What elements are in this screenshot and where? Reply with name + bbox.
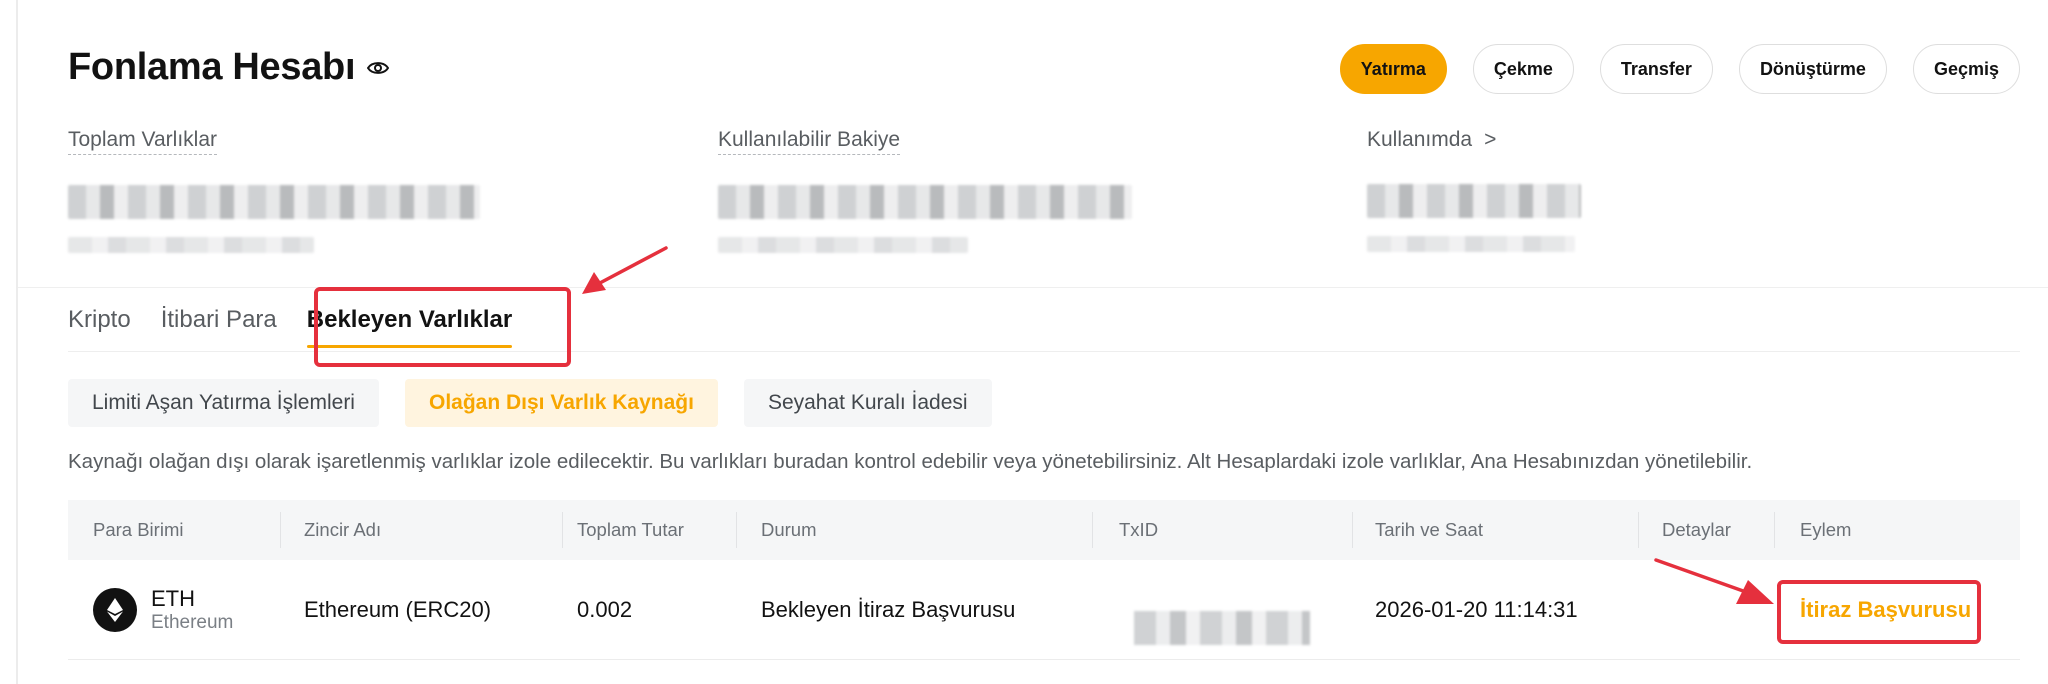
column-header-currency: Para Birimi bbox=[93, 519, 184, 540]
column-header-action: Eylem bbox=[1800, 519, 1852, 540]
cell-status: Bekleyen İtiraz Başvurusu bbox=[761, 597, 1016, 622]
table-header: Para Birimi Zincir Adı Toplam Tutar Duru… bbox=[68, 500, 2020, 560]
column-header-chain: Zincir Adı bbox=[304, 519, 382, 540]
info-notice: Kaynağı olağan dışı olarak işaretlenmiş … bbox=[68, 450, 1753, 473]
in-use-value-redacted bbox=[1367, 184, 1581, 218]
column-separator bbox=[562, 512, 563, 548]
total-assets: Toplam Varlıklar bbox=[68, 128, 480, 253]
available-balance-value-redacted bbox=[718, 185, 1132, 219]
total-assets-subvalue-redacted bbox=[68, 237, 314, 253]
annotation-highlight-action bbox=[1777, 580, 1981, 644]
column-header-datetime: Tarih ve Saat bbox=[1375, 519, 1483, 540]
eye-icon[interactable] bbox=[365, 55, 391, 81]
currency-name: Ethereum bbox=[151, 611, 234, 633]
total-assets-label[interactable]: Toplam Varlıklar bbox=[68, 128, 217, 155]
column-separator bbox=[736, 512, 737, 548]
in-use[interactable]: Kullanımda > bbox=[1367, 128, 1581, 252]
column-separator bbox=[1352, 512, 1353, 548]
chevron-right-icon: > bbox=[1484, 128, 1497, 151]
column-separator bbox=[1092, 512, 1093, 548]
page-title: Fonlama Hesabı bbox=[68, 46, 391, 89]
column-separator bbox=[1774, 512, 1775, 548]
available-balance-subvalue-redacted bbox=[718, 237, 968, 253]
column-header-txid: TxID bbox=[1119, 519, 1159, 540]
column-header-details: Detaylar bbox=[1662, 519, 1731, 540]
annotation-highlight-tab bbox=[314, 287, 571, 367]
filter-chips: Limiti Aşan Yatırma İşlemleri Olağan Dış… bbox=[68, 379, 992, 427]
deposit-button[interactable]: Yatırma bbox=[1339, 44, 1447, 94]
in-use-label[interactable]: Kullanımda > bbox=[1367, 128, 1496, 154]
column-separator bbox=[1638, 512, 1639, 548]
page-title-text: Fonlama Hesabı bbox=[68, 46, 356, 88]
filter-travel-rule-refund[interactable]: Seyahat Kuralı İadesi bbox=[743, 379, 992, 427]
annotation-arrow-action bbox=[1654, 558, 1774, 604]
available-balance-label[interactable]: Kullanılabilir Bakiye bbox=[718, 128, 901, 155]
column-separator bbox=[280, 512, 281, 548]
transfer-button[interactable]: Transfer bbox=[1599, 44, 1713, 94]
cell-datetime: 2026-01-20 11:14:31 bbox=[1375, 597, 1578, 622]
currency-symbol: ETH bbox=[151, 586, 195, 612]
tab-fiat[interactable]: İtibari Para bbox=[161, 306, 277, 348]
filter-unusual-asset-source[interactable]: Olağan Dışı Varlık Kaynağı bbox=[404, 379, 718, 427]
filter-over-limit-deposits[interactable]: Limiti Aşan Yatırma İşlemleri bbox=[68, 379, 379, 427]
cell-currency: ETH Ethereum bbox=[93, 560, 233, 660]
header-actions: Yatırma Çekme Transfer Dönüştürme Geçmiş bbox=[1339, 44, 2020, 94]
convert-button[interactable]: Dönüştürme bbox=[1738, 44, 1887, 94]
cell-amount: 0.002 bbox=[577, 597, 633, 622]
cell-chain: Ethereum (ERC20) bbox=[304, 597, 492, 622]
ethereum-icon bbox=[93, 588, 137, 632]
history-button[interactable]: Geçmiş bbox=[1912, 44, 2020, 94]
left-border bbox=[16, 0, 18, 684]
tab-crypto[interactable]: Kripto bbox=[68, 306, 131, 348]
balance-summary: Toplam Varlıklar Kullanılabilir Bakiye K… bbox=[68, 128, 2028, 278]
annotation-arrow-tab bbox=[582, 246, 668, 294]
withdraw-button[interactable]: Çekme bbox=[1472, 44, 1574, 94]
cell-txid bbox=[1134, 560, 1310, 660]
txid-redacted bbox=[1134, 611, 1310, 645]
available-balance: Kullanılabilir Bakiye bbox=[718, 128, 1132, 253]
column-header-amount: Toplam Tutar bbox=[577, 519, 684, 540]
total-assets-value-redacted bbox=[68, 185, 480, 219]
column-header-status: Durum bbox=[761, 519, 817, 540]
in-use-subvalue-redacted bbox=[1367, 236, 1575, 252]
